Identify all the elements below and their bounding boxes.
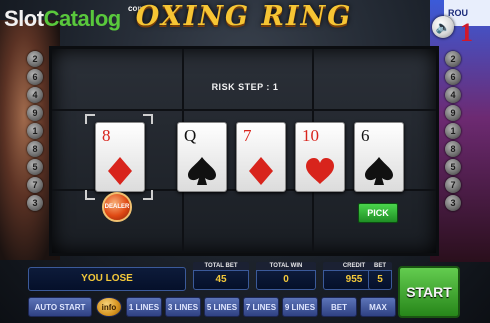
spade-icon — [188, 157, 216, 185]
lines-9-button[interactable]: 9 LINES — [282, 297, 318, 317]
pick-button[interactable]: PICK — [358, 203, 398, 223]
choice-card[interactable]: 7 — [236, 122, 286, 192]
card-rank: Q — [184, 126, 197, 145]
card-rank: 7 — [243, 126, 252, 145]
line-indicator[interactable]: 8 — [27, 141, 43, 157]
total-bet-label: TOTAL BET — [193, 262, 249, 270]
choice-card[interactable]: 10 — [295, 122, 345, 192]
line-indicators-left: 2 6 4 9 1 8 5 7 3 3 — [27, 51, 45, 231]
line-indicator[interactable]: 5 — [27, 159, 43, 175]
frame-corner — [85, 114, 95, 124]
line-indicator[interactable]: 2 — [27, 51, 43, 67]
auto-start-button[interactable]: AUTO START — [28, 297, 92, 317]
card-rank: 8 — [102, 126, 111, 145]
line-indicator[interactable]: 9 — [27, 105, 43, 121]
logo-catalog: Catalog — [43, 6, 122, 31]
line-indicator[interactable]: 1 — [445, 123, 461, 139]
card-rank: 6 — [361, 126, 370, 145]
bet-label: BET — [368, 262, 392, 270]
frame-corner — [85, 190, 95, 200]
card-rank: 10 — [302, 126, 319, 145]
total-bet-value: 45 — [193, 270, 249, 290]
spade-icon — [365, 157, 393, 185]
info-button[interactable]: info — [96, 297, 122, 317]
start-button[interactable]: START — [398, 266, 460, 318]
line-indicator[interactable]: 1 — [27, 123, 43, 139]
line-indicator[interactable]: 4 — [445, 87, 461, 103]
lines-7-button[interactable]: 7 LINES — [243, 297, 279, 317]
frame-corner — [143, 190, 153, 200]
total-win-value: 0 — [256, 270, 316, 290]
bet-display: BET 5 — [368, 262, 392, 290]
diamond-icon — [249, 157, 273, 185]
poster-number: 1 — [460, 18, 473, 47]
total-bet-display: TOTAL BET 45 — [193, 262, 249, 290]
choice-card[interactable]: Q — [177, 122, 227, 192]
max-bet-button[interactable]: MAX BET — [360, 297, 396, 317]
sound-button[interactable]: 🔈 — [432, 16, 454, 38]
line-indicator[interactable]: 3 — [27, 195, 43, 211]
dealer-card: 8 — [95, 122, 145, 192]
message-display: YOU LOSE — [28, 267, 186, 291]
logo-slot: Slot — [4, 6, 44, 31]
game-screen: ROU 1 SlotCatalog com OXING RING 🔈 2 6 4… — [0, 0, 490, 323]
line-indicator[interactable]: 2 — [445, 51, 461, 67]
panel-seam — [52, 109, 436, 111]
game-title: OXING RING — [135, 1, 353, 32]
line-indicator[interactable]: 7 — [445, 177, 461, 193]
lines-3-button[interactable]: 3 LINES — [165, 297, 201, 317]
heart-icon — [306, 158, 334, 184]
lines-1-button[interactable]: 1 LINES — [126, 297, 162, 317]
lines-5-button[interactable]: 5 LINES — [204, 297, 240, 317]
slotcatalog-logo: SlotCatalog com — [4, 4, 144, 36]
line-indicator[interactable]: 6 — [27, 69, 43, 85]
line-indicator[interactable]: 3 — [445, 195, 461, 211]
line-indicator[interactable]: 5 — [445, 159, 461, 175]
line-indicators-right: 2 6 4 9 1 8 5 7 3 — [445, 51, 463, 213]
choice-card[interactable]: 6 — [354, 122, 404, 192]
line-indicator[interactable]: 4 — [27, 87, 43, 103]
line-indicator[interactable]: 6 — [445, 69, 461, 85]
total-win-label: TOTAL WIN — [256, 262, 316, 270]
risk-step-label: RISK STEP : 1 — [211, 82, 279, 92]
line-indicator[interactable]: 8 — [445, 141, 461, 157]
total-win-display: TOTAL WIN 0 — [256, 262, 316, 290]
line-indicator[interactable]: 7 — [27, 177, 43, 193]
bet-one-button[interactable]: BET ONE — [321, 297, 357, 317]
info-bar: YOU LOSE TOTAL BET 45 TOTAL WIN 0 CREDIT… — [28, 262, 394, 292]
diamond-icon — [108, 157, 132, 185]
line-indicator[interactable]: 9 — [445, 105, 461, 121]
dealer-chip: DEALER — [102, 192, 132, 222]
speaker-icon: 🔈 — [435, 20, 451, 34]
bet-value: 5 — [368, 270, 392, 290]
